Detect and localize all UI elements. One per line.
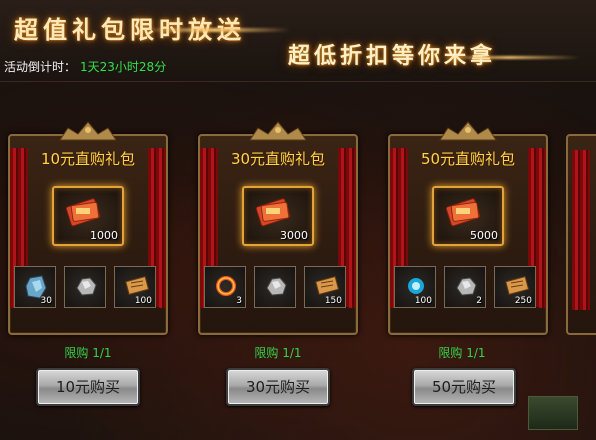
main-item-slot[interactable]: 3000: [242, 186, 314, 246]
main-item-slot[interactable]: 1000: [52, 186, 124, 246]
item-quantity: 5000: [470, 229, 498, 242]
package-card-10: 10元直购礼包 1000 30 100: [0, 120, 176, 335]
scroll-icon: [125, 276, 150, 295]
buy-button-10[interactable]: 10元购买: [36, 368, 140, 406]
scroll-icon: [505, 276, 530, 295]
item-quantity: 100: [134, 296, 152, 306]
crown-ornament-icon: [59, 121, 117, 141]
ticket-bundle-icon: [255, 198, 291, 227]
silver-ore-icon: [76, 277, 97, 296]
countdown-label: 活动倒计时：: [4, 60, 77, 74]
item-slot[interactable]: 100: [114, 266, 156, 308]
item-slot[interactable]: [64, 266, 106, 308]
gift-box-decoration: [528, 396, 578, 430]
countdown-value: 1天23小时28分: [80, 60, 167, 74]
item-quantity: 30: [40, 296, 52, 306]
package-title: 50元直购礼包: [420, 150, 516, 168]
item-quantity: 250: [514, 296, 532, 306]
fire-ring-icon: [216, 276, 236, 296]
item-slot[interactable]: [254, 266, 296, 308]
crown-ornament-icon: [439, 121, 497, 141]
item-slot[interactable]: 100: [394, 266, 436, 308]
item-slot[interactable]: 150: [304, 266, 346, 308]
purchase-limit: 限购 1/1: [64, 346, 112, 360]
ticket-bundle-icon: [65, 198, 101, 227]
item-quantity: 1000: [90, 229, 118, 242]
package-card-50: 50元直购礼包 5000 100 2 250: [380, 120, 556, 335]
purchase-limit: 限购 1/1: [438, 346, 486, 360]
silver-ore-icon: [456, 277, 477, 296]
curtain-left: [572, 150, 590, 310]
item-slot[interactable]: 2: [444, 266, 486, 308]
item-slot[interactable]: 3: [204, 266, 246, 308]
item-quantity: 100: [414, 296, 432, 306]
item-slot[interactable]: 250: [494, 266, 536, 308]
buy-button-30[interactable]: 30元购买: [226, 368, 330, 406]
purchase-limit: 限购 1/1: [254, 346, 302, 360]
blue-orb-icon: [408, 278, 424, 294]
crown-ornament-icon: [249, 121, 307, 141]
event-subtitle: 超低折扣等你来拿: [288, 43, 497, 69]
scroll-icon: [315, 276, 340, 295]
package-title: 30元直购礼包: [230, 150, 326, 168]
package-card-partial: [566, 134, 596, 335]
buy-button-50[interactable]: 50元购买: [412, 368, 516, 406]
item-quantity: 150: [324, 296, 342, 306]
silver-ore-icon: [266, 277, 287, 296]
countdown: 活动倒计时： 1天23小时28分: [4, 58, 166, 75]
main-item-slot[interactable]: 5000: [432, 186, 504, 246]
item-quantity: 3000: [280, 229, 308, 242]
title-glow: [140, 28, 290, 32]
subtitle-glow: [440, 56, 580, 59]
package-card-30: 30元直购礼包 3000 3 150: [190, 120, 366, 335]
item-quantity: 2: [476, 296, 482, 306]
item-slot[interactable]: 30: [14, 266, 56, 308]
item-quantity: 3: [236, 296, 242, 306]
package-title: 10元直购礼包: [40, 150, 136, 168]
event-header: 超值礼包限时放送 超低折扣等你来拿 活动倒计时： 1天23小时28分: [0, 0, 596, 82]
ticket-bundle-icon: [445, 198, 481, 227]
